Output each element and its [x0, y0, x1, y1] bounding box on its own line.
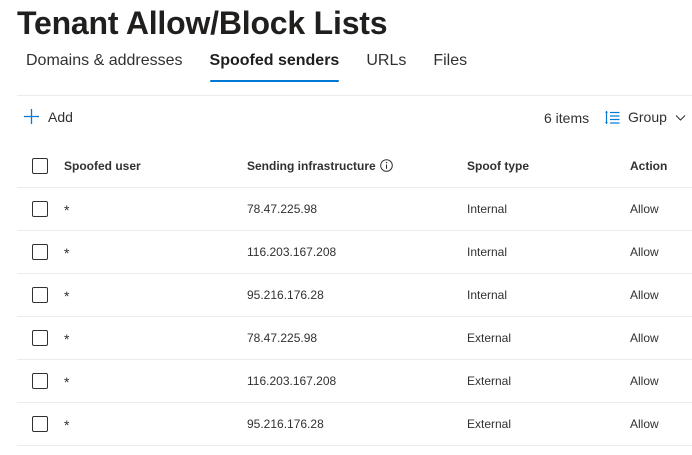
tab-urls[interactable]: URLs — [366, 52, 406, 82]
table-header-row: Spoofed user Sending infrastructure Spoo… — [17, 145, 692, 188]
tab-domains-addresses[interactable]: Domains & addresses — [26, 52, 183, 82]
spoofed-user-cell: * — [64, 288, 70, 304]
row-checkbox[interactable] — [32, 330, 48, 346]
table-row[interactable]: * 116.203.167.208 External Allow — [17, 360, 692, 403]
row-checkbox[interactable] — [32, 287, 48, 303]
sending-infrastructure-cell: 78.47.225.98 — [247, 202, 318, 216]
action-cell: Allow — [630, 331, 659, 345]
spoof-type-cell: External — [467, 417, 512, 431]
group-button[interactable]: Group — [605, 109, 686, 125]
add-button[interactable]: Add — [23, 108, 73, 125]
sending-infrastructure-cell: 95.216.176.28 — [247, 417, 324, 431]
spoof-type-cell: Internal — [467, 202, 508, 216]
tab-bar: Domains & addresses Spoofed senders URLs… — [26, 52, 494, 82]
row-select-cell — [32, 201, 48, 217]
row-select-cell — [32, 244, 48, 260]
table-row[interactable]: * 95.216.176.28 Internal Allow — [17, 274, 692, 317]
sending-infrastructure-cell: 78.47.225.98 — [247, 331, 318, 345]
spoofed-user-cell: * — [64, 417, 70, 433]
info-icon[interactable] — [379, 159, 393, 172]
column-header-action[interactable]: Action — [630, 159, 667, 173]
sending-infrastructure-cell: 116.203.167.208 — [247, 245, 337, 259]
spoofed-user-cell: * — [64, 374, 70, 390]
page-title: Tenant Allow/Block Lists — [17, 5, 388, 41]
row-checkbox[interactable] — [32, 201, 48, 217]
table-row[interactable]: * 116.203.167.208 Internal Allow — [17, 231, 692, 274]
table-row[interactable]: * 78.47.225.98 External Allow — [17, 317, 692, 360]
plus-icon — [24, 109, 39, 124]
spoof-type-cell: Internal — [467, 245, 508, 259]
spoof-type-cell: External — [467, 331, 512, 345]
select-all-cell — [32, 158, 48, 174]
spoofed-user-cell: * — [64, 331, 70, 347]
action-cell: Allow — [630, 374, 659, 388]
toolbar-divider — [17, 95, 692, 96]
action-cell: Allow — [630, 288, 659, 302]
row-checkbox[interactable] — [32, 416, 48, 432]
select-all-checkbox[interactable] — [32, 158, 48, 174]
column-header-sending-infrastructure[interactable]: Sending infrastructure — [247, 159, 393, 173]
sending-infrastructure-cell: 95.216.176.28 — [247, 288, 324, 302]
tab-spoofed-senders[interactable]: Spoofed senders — [209, 52, 339, 82]
table-row[interactable]: * 95.216.176.28 External Allow — [17, 403, 692, 446]
action-cell: Allow — [630, 245, 659, 259]
column-header-spoofed-user[interactable]: Spoofed user — [64, 159, 141, 173]
row-select-cell — [32, 373, 48, 389]
add-button-label: Add — [48, 108, 73, 125]
chevron-down-icon — [675, 114, 686, 121]
spoofed-senders-table: Spoofed user Sending infrastructure Spoo… — [17, 145, 692, 446]
spoofed-user-cell: * — [64, 245, 70, 261]
column-header-spoof-type[interactable]: Spoof type — [467, 159, 529, 173]
action-cell: Allow — [630, 202, 659, 216]
group-button-label: Group — [628, 109, 667, 125]
row-select-cell — [32, 330, 48, 346]
row-select-cell — [32, 416, 48, 432]
spoof-type-cell: Internal — [467, 288, 508, 302]
items-count: 6 items — [544, 110, 590, 126]
row-checkbox[interactable] — [32, 373, 48, 389]
row-checkbox[interactable] — [32, 244, 48, 260]
spoofed-user-cell: * — [64, 202, 70, 218]
command-bar: Add 6 items Group — [0, 104, 692, 132]
sending-infrastructure-cell: 116.203.167.208 — [247, 374, 337, 388]
column-header-sending-infrastructure-label: Sending infrastructure — [247, 159, 376, 173]
group-list-icon — [605, 110, 620, 124]
action-cell: Allow — [630, 417, 659, 431]
table-row[interactable]: * 78.47.225.98 Internal Allow — [17, 188, 692, 231]
spoof-type-cell: External — [467, 374, 512, 388]
row-select-cell — [32, 287, 48, 303]
tab-files[interactable]: Files — [433, 52, 467, 82]
